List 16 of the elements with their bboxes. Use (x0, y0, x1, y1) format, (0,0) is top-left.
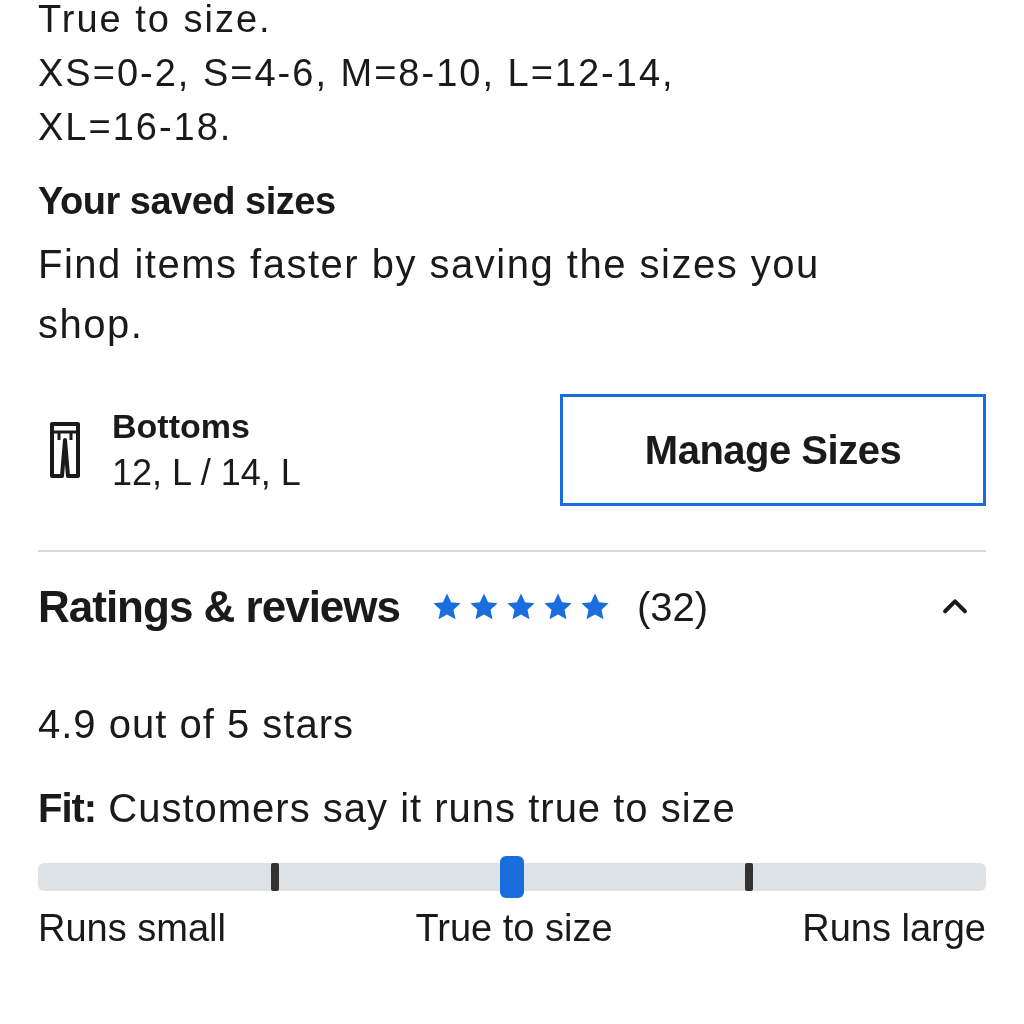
scale-tick (745, 863, 753, 891)
saved-sizes-text: 12, L / 14, L (112, 451, 302, 494)
scale-tick (271, 863, 279, 891)
category-name: Bottoms (112, 406, 251, 446)
section-heading: Ratings & reviews (38, 582, 401, 632)
manage-sizes-button[interactable]: Manage Sizes (560, 394, 986, 506)
description-text: Find items faster by saving the sizes you shop. (38, 241, 821, 348)
scale-label: Runs small (38, 906, 226, 951)
section-heading: Your saved sizes (38, 179, 337, 224)
pants-icon (48, 420, 82, 480)
scale-label: Runs large (802, 906, 986, 951)
size-guide-text: True to size. XS=0-2, S=4-6, M=8-10, L=12-14, XL=16-18. (38, 0, 676, 150)
rating-summary: 4.9 out of 5 stars (38, 701, 355, 748)
scale-label: True to size (415, 906, 613, 951)
fit-text: Fit: Customers say it runs true to size (38, 785, 737, 832)
review-count: (32) (637, 584, 710, 630)
